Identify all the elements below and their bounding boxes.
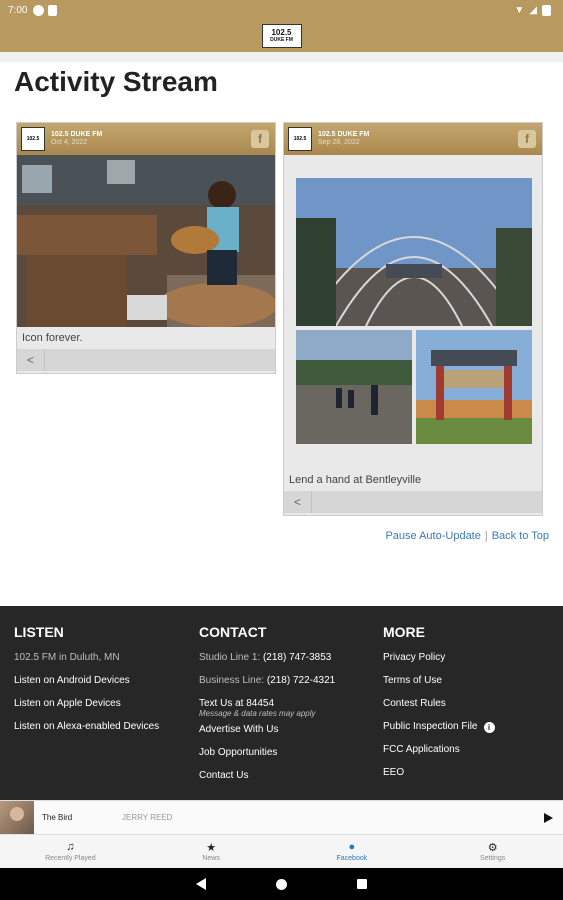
footer-heading: CONTACT xyxy=(199,624,267,640)
studio-line[interactable]: Studio Line 1: (218) 747-3853 xyxy=(199,652,374,675)
back-icon[interactable] xyxy=(196,878,206,890)
footer-link[interactable]: Job Opportunities xyxy=(199,747,374,770)
status-bar: 7:00 ▼ ◢ xyxy=(0,0,563,20)
share-icon[interactable]: < xyxy=(17,349,45,371)
footer-link[interactable]: Listen on Android Devices xyxy=(14,675,189,698)
star-icon: ★ xyxy=(206,842,217,854)
site-footer: LISTEN 102.5 FM in Duluth, MN Listen on … xyxy=(0,606,563,800)
back-to-top-link[interactable]: Back to Top xyxy=(492,530,549,542)
post-caption: Icon forever. xyxy=(22,332,83,344)
post-date: Oct 4, 2022 xyxy=(51,139,88,146)
status-time: 7:00 xyxy=(8,4,28,16)
post-avatar[interactable]: 102.5 xyxy=(21,127,45,151)
post-photo[interactable] xyxy=(296,178,532,326)
post-card: 102.5 102.5 DUKE FM Sep 28, 2022 f Lend … xyxy=(283,122,543,516)
post-actions: < xyxy=(284,491,542,513)
post-photo[interactable] xyxy=(416,330,532,444)
signal-icon: ◢ xyxy=(529,4,537,16)
footer-link[interactable]: EEO xyxy=(383,767,553,790)
battery-icon xyxy=(542,4,551,16)
station-logo[interactable]: 102.5 DUKE FM xyxy=(261,24,302,48)
info-icon[interactable]: i xyxy=(483,722,495,733)
play-icon[interactable] xyxy=(544,812,553,823)
post-header: 102.5 102.5 DUKE FM Oct 4, 2022 f xyxy=(17,123,275,155)
gear-icon: ⚙ xyxy=(487,842,498,854)
post-card: 102.5 102.5 DUKE FM Oct 4, 2022 f Icon f… xyxy=(16,122,276,374)
facebook-icon[interactable]: f xyxy=(518,130,536,148)
footer-link[interactable]: Public Inspection File i xyxy=(383,721,553,744)
footer-listen: LISTEN 102.5 FM in Duluth, MN Listen on … xyxy=(14,624,189,744)
home-icon[interactable] xyxy=(276,878,287,890)
page-title: Activity Stream xyxy=(14,66,218,97)
business-line[interactable]: Business Line: (218) 722-4321 xyxy=(199,675,374,698)
post-actions: < xyxy=(17,349,275,371)
link-separator: | xyxy=(484,530,488,542)
post-date: Sep 28, 2022 xyxy=(318,139,360,146)
post-caption: Lend a hand at Bentleyville xyxy=(289,474,422,486)
share-icon[interactable]: < xyxy=(284,491,312,513)
facebook-icon: ● xyxy=(348,841,356,853)
post-header: 102.5 102.5 DUKE FM Sep 28, 2022 f xyxy=(284,123,542,155)
music-note-icon: ♫ xyxy=(66,841,75,853)
post-avatar[interactable]: 102.5 xyxy=(288,127,312,151)
tab-settings[interactable]: ⚙ Settings xyxy=(422,835,563,868)
recents-icon[interactable] xyxy=(357,879,367,889)
footer-heading: MORE xyxy=(383,624,425,640)
system-nav-bar xyxy=(0,868,563,900)
footer-link[interactable]: Contest Rules xyxy=(383,698,553,721)
song-title: The Bird xyxy=(42,813,73,822)
footer-link[interactable]: Contact Us xyxy=(199,770,374,793)
facebook-icon[interactable]: f xyxy=(251,130,269,148)
post-author: 102.5 DUKE FM xyxy=(51,130,103,138)
header-divider xyxy=(0,52,563,62)
now-playing-bar[interactable]: The Bird JERRY REED xyxy=(0,800,563,834)
footer-listen-location: 102.5 FM in Duluth, MN xyxy=(14,652,120,663)
album-art xyxy=(0,801,34,834)
footer-link[interactable]: Listen on Alexa-enabled Devices xyxy=(14,721,189,744)
bottom-tab-bar: ♫ Recently Played ★ News ● Facebook ⚙ Se… xyxy=(0,834,563,868)
pause-auto-update-link[interactable]: Pause Auto-Update xyxy=(385,530,480,542)
notification-icon xyxy=(33,4,45,16)
app-bar: 102.5 DUKE FM xyxy=(0,20,563,52)
text-us-note: Message & data rates may apply xyxy=(199,709,316,718)
footer-more: MORE Privacy Policy Terms of Use Contest… xyxy=(383,624,553,790)
footer-link[interactable]: Terms of Use xyxy=(383,675,553,698)
post-author: 102.5 DUKE FM xyxy=(318,130,370,138)
footer-heading: LISTEN xyxy=(14,624,64,640)
tab-recently-played[interactable]: ♫ Recently Played xyxy=(0,835,141,868)
post-photo[interactable] xyxy=(17,155,275,327)
tab-facebook[interactable]: ● Facebook xyxy=(282,835,423,868)
footer-link[interactable]: Advertise With Us xyxy=(199,724,374,747)
footer-link[interactable]: FCC Applications xyxy=(383,744,553,767)
sd-card-icon xyxy=(48,4,58,16)
footer-link[interactable]: Listen on Apple Devices xyxy=(14,698,189,721)
tab-news[interactable]: ★ News xyxy=(141,835,282,868)
footer-contact: CONTACT Studio Line 1: (218) 747-3853 Bu… xyxy=(199,624,374,793)
wifi-icon: ▼ xyxy=(514,4,525,16)
footer-link[interactable]: Privacy Policy xyxy=(383,652,553,675)
song-artist: JERRY REED xyxy=(122,813,173,822)
post-photo[interactable] xyxy=(296,330,412,444)
stream-links: Pause Auto-Update | Back to Top xyxy=(385,530,549,542)
